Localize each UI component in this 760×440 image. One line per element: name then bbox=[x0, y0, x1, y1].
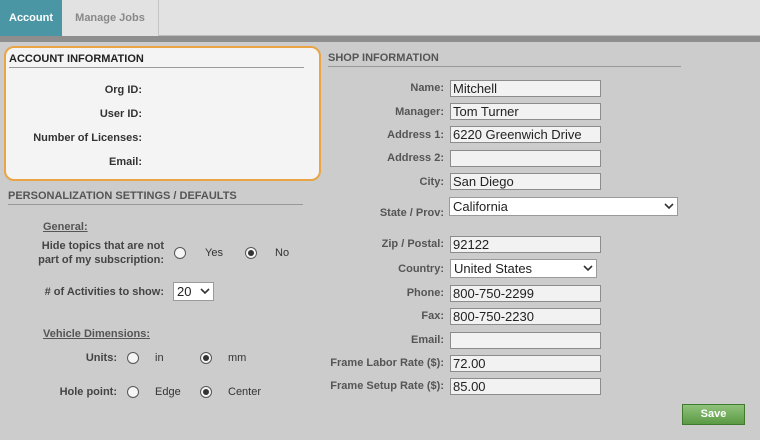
tab-divider-bar bbox=[0, 36, 760, 42]
phone-input[interactable]: 800-750-2299 bbox=[450, 285, 601, 302]
activities-select[interactable]: 20 bbox=[173, 282, 214, 301]
licenses-label: Number of Licenses: bbox=[33, 132, 142, 144]
user-id-label: User ID: bbox=[99, 108, 142, 120]
units-label: Units: bbox=[85, 352, 117, 364]
hole-point-center-radio[interactable] bbox=[200, 386, 212, 398]
account-info-title: ACCOUNT INFORMATION bbox=[9, 53, 304, 68]
units-in-label: in bbox=[155, 352, 164, 364]
state-select[interactable]: California bbox=[449, 197, 678, 216]
account-email-label: Email: bbox=[108, 156, 142, 168]
zip-label: Zip / Postal: bbox=[381, 238, 444, 250]
tab-account[interactable]: Account bbox=[0, 0, 62, 36]
frame-setup-rate-label: Frame Setup Rate ($): bbox=[330, 380, 444, 392]
vehicle-dimensions-heading: Vehicle Dimensions: bbox=[43, 328, 150, 340]
country-label: Country: bbox=[398, 263, 444, 275]
activities-value: 20 bbox=[177, 284, 192, 299]
hide-topics-yes-radio[interactable] bbox=[174, 247, 186, 259]
frame-labor-rate-label: Frame Labor Rate ($): bbox=[330, 357, 444, 369]
address2-input[interactable] bbox=[450, 150, 601, 167]
hide-topics-yes-label: Yes bbox=[205, 247, 223, 259]
org-id-label: Org ID: bbox=[104, 84, 142, 96]
account-info-panel: ACCOUNT INFORMATION Org ID: User ID: Num… bbox=[4, 46, 321, 181]
save-button[interactable]: Save bbox=[682, 404, 745, 425]
city-input[interactable]: San Diego bbox=[450, 173, 601, 190]
zip-input[interactable]: 92122 bbox=[450, 236, 601, 253]
address1-input[interactable]: 6220 Greenwich Drive bbox=[450, 126, 601, 143]
tab-manage-jobs[interactable]: Manage Jobs bbox=[62, 0, 159, 36]
activities-label: # of Activities to show: bbox=[44, 286, 164, 298]
tab-bar: Account Manage Jobs bbox=[0, 0, 760, 36]
address2-label: Address 2: bbox=[387, 152, 444, 164]
country-value: United States bbox=[454, 261, 533, 276]
units-mm-radio[interactable] bbox=[200, 352, 212, 364]
chevron-down-icon bbox=[200, 288, 210, 295]
units-mm-label: mm bbox=[228, 352, 247, 364]
hole-point-edge-label: Edge bbox=[155, 386, 181, 398]
shop-email-input[interactable] bbox=[450, 332, 601, 349]
general-heading: General: bbox=[43, 221, 88, 233]
personalization-title: PERSONALIZATION SETTINGS / DEFAULTS bbox=[8, 190, 303, 205]
state-label: State / Prov: bbox=[379, 207, 444, 219]
fax-label: Fax: bbox=[421, 310, 444, 322]
frame-setup-rate-input[interactable]: 85.00 bbox=[450, 378, 601, 395]
hide-topics-no-label: No bbox=[275, 247, 290, 259]
shop-email-label: Email: bbox=[410, 334, 444, 346]
shop-name-label: Name: bbox=[410, 82, 444, 94]
shop-info-title: SHOP INFORMATION bbox=[328, 52, 681, 67]
chevron-down-icon bbox=[664, 203, 674, 210]
hide-topics-no-radio[interactable] bbox=[245, 247, 257, 259]
manager-input[interactable]: Tom Turner bbox=[450, 103, 601, 120]
country-select[interactable]: United States bbox=[450, 259, 597, 278]
shop-name-input[interactable]: Mitchell bbox=[450, 80, 601, 97]
units-in-radio[interactable] bbox=[127, 352, 139, 364]
state-value: California bbox=[453, 199, 508, 214]
address1-label: Address 1: bbox=[387, 129, 444, 141]
hole-point-center-label: Center bbox=[228, 386, 262, 398]
hide-topics-label-line2: part of my subscription: bbox=[38, 254, 164, 266]
frame-labor-rate-input[interactable]: 72.00 bbox=[450, 355, 601, 372]
hole-point-edge-radio[interactable] bbox=[127, 386, 139, 398]
city-label: City: bbox=[419, 176, 444, 188]
fax-input[interactable]: 800-750-2230 bbox=[450, 308, 601, 325]
manager-label: Manager: bbox=[395, 106, 444, 118]
hide-topics-label-line1: Hide topics that are not bbox=[41, 240, 164, 252]
hole-point-label: Hole point: bbox=[59, 386, 117, 398]
chevron-down-icon bbox=[583, 265, 593, 272]
phone-label: Phone: bbox=[406, 287, 444, 299]
